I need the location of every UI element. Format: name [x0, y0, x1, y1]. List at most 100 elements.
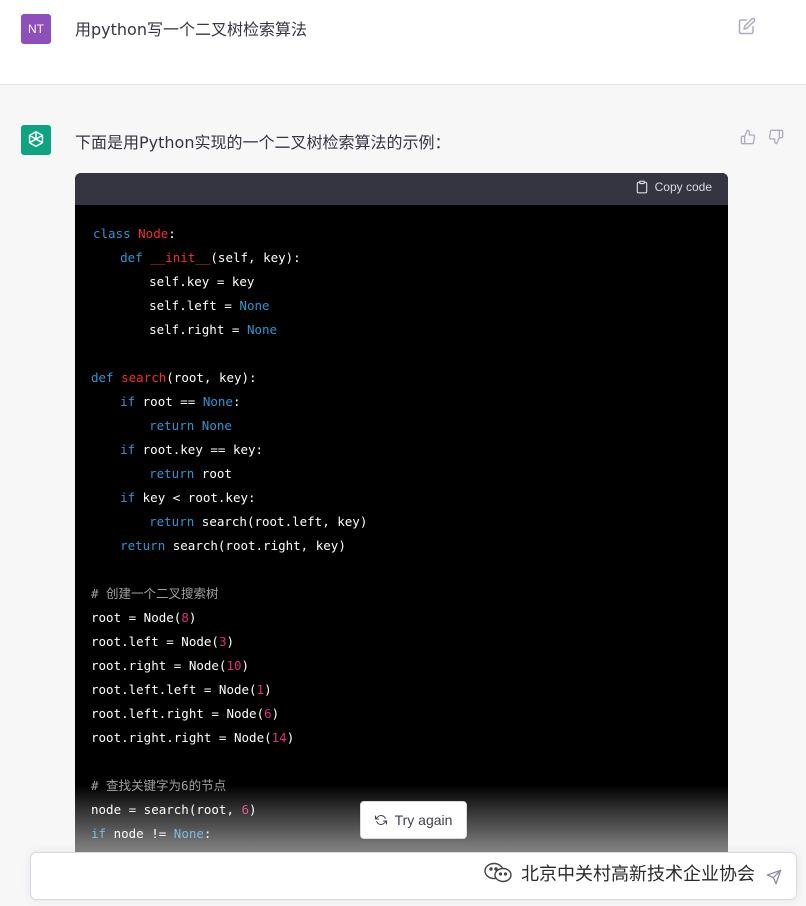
code-line: root.left.right = Node(6) [75, 702, 728, 726]
code-line: if key < root.key: [75, 486, 728, 510]
code-token: search(root.left, key) [201, 514, 368, 529]
code-token: return [149, 466, 202, 481]
code-token: root == [142, 394, 203, 409]
code-line: # 创建一个二叉搜索树 [75, 582, 728, 606]
code-token: if [91, 826, 114, 841]
code-line: return None [75, 414, 728, 438]
try-again-button[interactable]: Try again [360, 801, 467, 839]
code-token: self.key = key [119, 274, 255, 289]
code-token: ) [249, 802, 257, 817]
code-token: 14 [271, 730, 287, 745]
code-token: ) [188, 610, 197, 625]
thumbs-up-icon[interactable] [740, 129, 756, 145]
code-line: root = Node(8) [75, 606, 728, 630]
code-token: return [149, 418, 202, 433]
code-token: : [232, 394, 241, 409]
code-token: self.left = [119, 298, 240, 313]
code-token: : [203, 826, 212, 841]
user-message-text: 用python写一个二叉树检索算法 [75, 20, 307, 39]
code-token: None [173, 826, 204, 841]
code-line: if root.key == key: [75, 438, 728, 462]
clipboard-icon [636, 180, 647, 194]
code-token: root.key == key: [142, 442, 264, 457]
code-block: Copy code class Node: def __init__(self,… [75, 173, 728, 873]
try-again-label: Try again [394, 812, 453, 828]
code-token: root [201, 466, 232, 481]
code-line: def __init__(self, key): [75, 246, 728, 270]
code-token: key < root.key: [142, 490, 256, 505]
code-token: ) [286, 730, 295, 745]
edit-icon[interactable] [738, 17, 756, 35]
code-token: None [202, 394, 233, 409]
code-token: Node [138, 226, 169, 241]
code-line: root.left.left = Node(1) [75, 678, 728, 702]
code-line: class Node: [75, 222, 728, 246]
code-line: root.left = Node(3) [75, 630, 728, 654]
code-token: node != [113, 826, 174, 841]
assistant-avatar [21, 125, 51, 155]
code-line: self.right = None [75, 318, 728, 342]
code-block-header: Copy code [75, 173, 728, 205]
code-token: root.right.right = Node( [91, 730, 272, 745]
assistant-message-row: 下面是用Python实现的一个二叉树检索算法的示例： Copy code cla… [0, 85, 806, 906]
code-line: self.key = key [75, 270, 728, 294]
send-icon[interactable] [766, 869, 782, 885]
code-token: None [246, 322, 278, 337]
code-token: search(root.right, key) [172, 538, 346, 553]
watermark: 北京中关村高新技术企业协会 [483, 860, 755, 886]
openai-logo-icon [28, 131, 44, 148]
code-token: 8 [181, 610, 189, 625]
code-token: def [120, 250, 151, 265]
code-token: 6 [241, 802, 250, 817]
code-token: def [91, 370, 122, 385]
code-content: class Node: def __init__(self, key): sel… [75, 205, 728, 846]
code-line: # 查找关键字为6的节点 [75, 774, 728, 798]
code-token: node = search(root, [91, 802, 242, 817]
code-token: : [168, 226, 176, 241]
thumbs-down-icon[interactable] [768, 129, 784, 145]
code-token: ) [264, 682, 272, 697]
code-token: return [120, 538, 173, 553]
code-token: root = Node( [91, 610, 182, 625]
code-token: ) [271, 706, 280, 721]
code-token: root.right = Node( [91, 658, 227, 673]
code-token: ) [226, 634, 234, 649]
code-token: class [93, 226, 139, 241]
code-line: if root == None: [75, 390, 728, 414]
code-token: None [201, 418, 232, 433]
code-line: root.right = Node(10) [75, 654, 728, 678]
refresh-icon [374, 814, 387, 826]
code-token: ) [241, 658, 250, 673]
code-token: root.left = Node( [91, 634, 219, 649]
code-line: return root [75, 462, 728, 486]
code-token: return [149, 514, 202, 529]
code-token: None [239, 298, 270, 313]
code-line: root.right.right = Node(14) [75, 726, 728, 750]
watermark-text: 北京中关村高新技术企业协会 [521, 864, 755, 885]
code-token: 1 [256, 682, 265, 697]
copy-code-button[interactable]: Copy code [635, 180, 712, 194]
code-line: return search(root.left, key) [75, 510, 728, 534]
code-token: root.left.right = Node( [91, 706, 265, 721]
code-line: return search(root.right, key) [75, 534, 728, 558]
code-token: (root, key): [166, 370, 257, 385]
copy-code-label: Copy code [654, 180, 712, 194]
code-token: search [121, 370, 167, 385]
code-token: if [120, 490, 143, 505]
code-token: __init__ [150, 250, 211, 265]
code-token: 6 [264, 706, 272, 721]
wechat-icon [484, 862, 512, 883]
code-token: # 创建一个二叉搜索树 [91, 586, 219, 601]
code-token: if [120, 394, 143, 409]
code-token: 10 [226, 658, 242, 673]
code-token: self.right = [119, 322, 247, 337]
